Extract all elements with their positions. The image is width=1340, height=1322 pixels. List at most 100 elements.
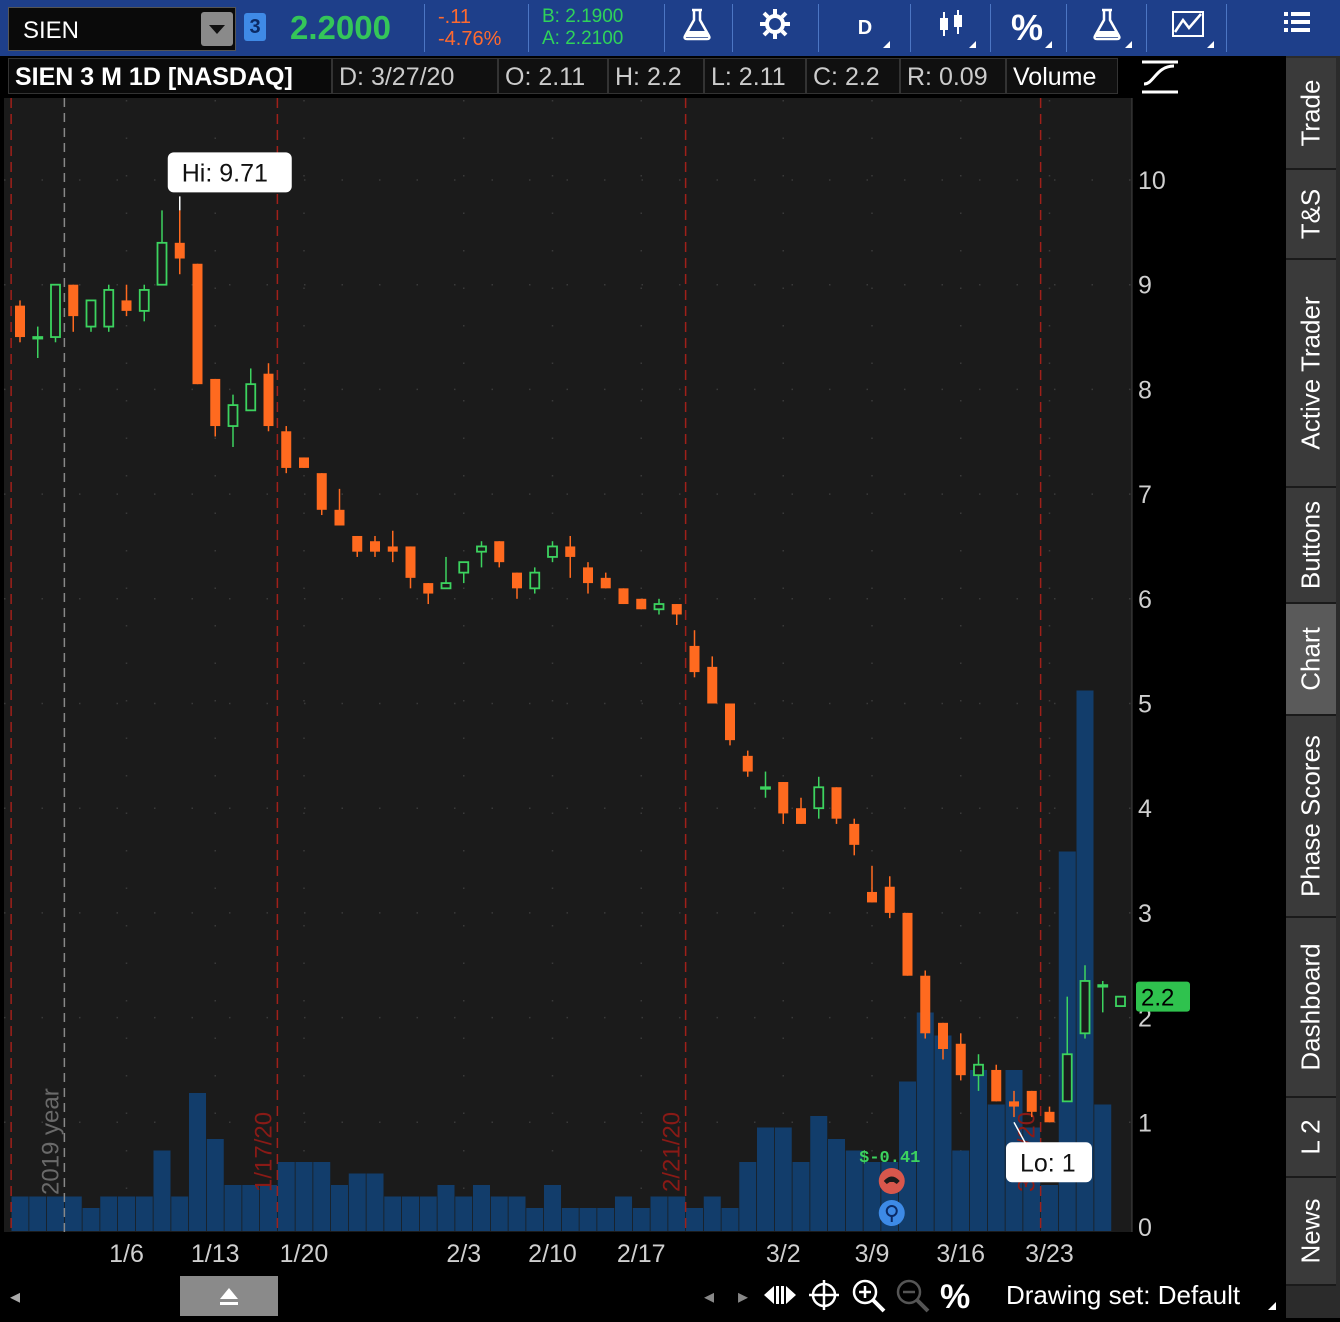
toolbar-divider — [528, 4, 529, 52]
toolbar-divider — [664, 4, 665, 52]
volume-bar — [579, 1208, 597, 1231]
tab-buttons[interactable]: Buttons — [1286, 488, 1336, 604]
candle-body-down — [121, 300, 132, 311]
volume-bar — [313, 1162, 331, 1231]
candle-body-down — [636, 598, 647, 610]
zoom-in-icon[interactable] — [850, 1278, 888, 1322]
tab-dashboard[interactable]: Dashboard — [1286, 918, 1336, 1098]
tab-chart[interactable]: Chart — [1286, 604, 1336, 716]
tab-level-2[interactable]: L 2 — [1286, 1098, 1336, 1178]
tab-label: Dashboard — [1295, 943, 1326, 1071]
tab-label: Buttons — [1295, 500, 1326, 590]
symbol-input[interactable]: SIEN — [8, 7, 236, 51]
pan-arrows-icon[interactable] — [762, 1278, 798, 1320]
chart-title[interactable]: SIEN 3 M 1D [NASDAQ] — [8, 58, 332, 94]
top-toolbar: SIEN 3 2.2000 -.11 -4.76% B: 2.1900 A: 2… — [0, 0, 1340, 57]
expand-time-axis-button[interactable] — [180, 1276, 278, 1316]
volume-bar — [615, 1196, 632, 1231]
candlestick-style-icon[interactable] — [926, 6, 976, 50]
volume-bar — [632, 1208, 650, 1231]
flask-icon[interactable] — [672, 6, 722, 50]
zoom-in-glyph — [852, 1279, 886, 1313]
candle-body-down — [938, 1022, 948, 1050]
chart-bottom-bar: ◂ ◂ ▸ % Drawing set: Default — [0, 1276, 1286, 1318]
gear-icon[interactable] — [750, 6, 800, 50]
scroll-left-arrow-icon[interactable]: ◂ — [10, 1284, 20, 1309]
toolbar-divider — [910, 4, 911, 52]
event-date-label: 2/21/20 — [659, 1112, 686, 1192]
candle-body-down — [263, 373, 274, 427]
volume-bar — [153, 1150, 171, 1231]
price-chart[interactable]: 2019 year1/17/202/21/203/20/20 012345678… — [0, 56, 1286, 1276]
volume-bar — [419, 1196, 437, 1231]
candle-body-down — [902, 912, 913, 976]
candle-body-down — [512, 572, 522, 589]
pan-left-icon[interactable]: ◂ — [704, 1284, 714, 1309]
link-group-badge[interactable]: 3 — [244, 13, 266, 41]
toolbar-divider — [1226, 4, 1227, 52]
zoom-out-glyph — [896, 1279, 930, 1313]
volume-bar — [366, 1173, 384, 1231]
eps-label: $-0.41 — [859, 1149, 920, 1168]
percent-glyph: % — [1010, 7, 1043, 48]
candle-body-up — [103, 289, 115, 328]
zoom-out-icon[interactable] — [894, 1278, 932, 1322]
candle-body-down — [1026, 1090, 1037, 1112]
candle-body-down — [565, 546, 576, 557]
volume-bar — [206, 1139, 224, 1231]
tab-phase-scores[interactable]: Phase Scores — [1286, 716, 1336, 918]
candle-body-up — [156, 241, 168, 286]
candle-body-down — [796, 808, 806, 824]
volume-bar — [544, 1185, 561, 1231]
toolbar-divider — [1066, 4, 1067, 52]
volume-study-label[interactable]: Volume — [1006, 58, 1118, 94]
volume-bar — [490, 1196, 508, 1231]
candle-body-down — [387, 546, 398, 552]
tab-label: Chart — [1295, 627, 1326, 691]
tab-label: Phase Scores — [1295, 735, 1326, 897]
percent-icon[interactable]: % — [1002, 6, 1052, 50]
candle-body-up — [245, 383, 257, 412]
candle-body-down — [884, 886, 895, 913]
price-tick-label: 8 — [1138, 376, 1152, 404]
percent-view-icon[interactable]: % — [940, 1278, 970, 1317]
time-tick-label: 2/3 — [446, 1240, 481, 1268]
tab-label: News — [1295, 1198, 1326, 1264]
candle-body-up — [973, 1063, 984, 1077]
tab-active-trader[interactable]: Active Trader — [1286, 260, 1336, 488]
candle-body-up — [458, 561, 470, 574]
candle-body-down — [689, 645, 700, 673]
chart-style-icon[interactable] — [1140, 60, 1180, 96]
candle-body-down — [15, 305, 25, 338]
candle-body-down — [600, 577, 611, 589]
candle-body-down — [405, 546, 416, 578]
tab-time-and-sales[interactable]: T&S — [1286, 170, 1336, 260]
menu-glyph — [1284, 12, 1310, 32]
volume-bar — [1094, 1104, 1112, 1231]
volume-bar — [792, 1162, 810, 1231]
crosshair-icon[interactable] — [808, 1278, 840, 1320]
tab-trade[interactable]: Trade — [1286, 58, 1336, 170]
chart-style-glyph — [1142, 60, 1178, 94]
drawings-icon[interactable] — [1164, 6, 1214, 50]
volume-bar — [597, 1208, 615, 1231]
volume-bar — [295, 1162, 313, 1231]
tab-news[interactable]: News — [1286, 1178, 1336, 1286]
studies-flask-icon[interactable] — [1082, 6, 1132, 50]
drawing-set-selector[interactable]: Drawing set: Default — [1006, 1280, 1240, 1311]
candle-body-down — [68, 284, 79, 317]
pan-right-icon[interactable]: ▸ — [738, 1284, 748, 1309]
symbol-dropdown-button[interactable] — [201, 12, 233, 46]
candle-body-up — [547, 545, 558, 558]
candle-body-down — [725, 703, 735, 741]
candle-body-up — [653, 603, 665, 611]
volume-bar — [189, 1093, 206, 1231]
dropdown-corner-icon — [1045, 41, 1052, 48]
aggregation-menu[interactable]: D — [840, 6, 890, 50]
volume-bar — [650, 1196, 668, 1231]
candle-body-down — [920, 975, 931, 1034]
candle-body-down — [671, 604, 682, 615]
dropdown-corner-icon — [1125, 41, 1132, 48]
price-tick-label: 7 — [1138, 481, 1152, 509]
menu-icon[interactable] — [1272, 6, 1322, 50]
